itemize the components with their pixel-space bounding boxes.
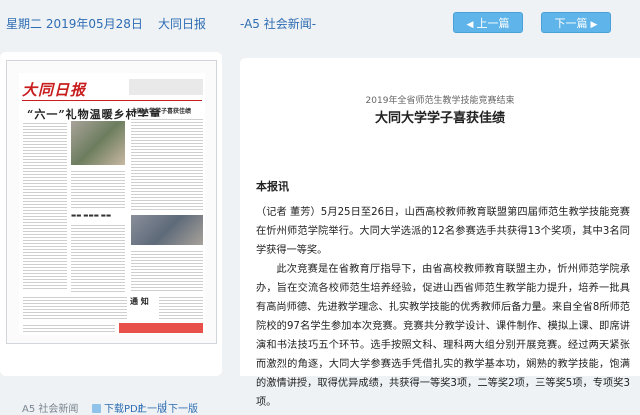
masthead-logo: 大同日报: [22, 81, 87, 99]
download-pdf-link[interactable]: 下载PDF: [92, 400, 143, 415]
text-column: [71, 169, 125, 209]
article-paragraph: （记者 董芳）5月25日至26日，山西高校教师教育联盟第四届师范生教学技能竞赛在…: [256, 207, 630, 256]
article-panel: 2019年全省师范生教学技能竞赛结束 大同大学学子喜获佳绩 本报讯 （记者 董芳…: [240, 58, 640, 408]
prev-page-link[interactable]: 上一版: [137, 400, 167, 415]
text-column: [23, 323, 115, 333]
link-separator: |: [164, 400, 168, 411]
next-article-label: 下一篇: [554, 17, 588, 30]
newspaper-name: 大同日报: [158, 17, 207, 31]
news-photo: [131, 215, 203, 245]
next-article-button[interactable]: 下一篇 ▶: [541, 12, 611, 33]
article-body: （记者 董芳）5月25日至26日，山西高校教师教育联盟第四届师范生教学技能竞赛在…: [256, 203, 630, 412]
page-thumbnail-panel: 大同日报 “六一”礼物温暖乡村学童 大同大学学子喜获佳绩 ▬▬ ▬▬▬ ▬▬ 通…: [0, 52, 222, 415]
next-page-link[interactable]: 下一版: [168, 400, 198, 415]
page-label: A5 社会新闻: [22, 404, 79, 415]
arrow-left-icon: ◀: [466, 20, 474, 30]
advertisement-banner: [119, 323, 203, 333]
article-source: 本报讯: [256, 180, 289, 193]
masthead-ad: [129, 79, 203, 95]
text-column: [131, 117, 203, 212]
issue-date: 星期二 2019年05月28日: [6, 17, 143, 31]
article-paragraph: 此次竞赛是在省教育厅指导下，由省高校教师教育联盟主办，忻州师范学院承办，旨在交流…: [256, 264, 630, 408]
text-column: [71, 223, 125, 293]
thumbnail-subheadline: ▬▬ ▬▬▬ ▬▬: [71, 213, 112, 219]
text-column: [23, 295, 127, 321]
arrow-right-icon: ▶: [590, 20, 598, 30]
page-section: -A5 社会新闻-: [240, 17, 317, 31]
prev-article-label: 上一篇: [476, 17, 510, 30]
news-photo: [71, 121, 125, 165]
article-title: 大同大学学子喜获佳绩: [374, 111, 505, 126]
masthead-rule: [22, 100, 202, 101]
newspaper-page-image: 大同日报 “六一”礼物温暖乡村学童 大同大学学子喜获佳绩 ▬▬ ▬▬▬ ▬▬ 通…: [19, 73, 205, 335]
prev-article-button[interactable]: ◀ 上一篇: [453, 12, 523, 33]
thumbnail-side-headline: 大同大学学子喜获佳绩: [131, 108, 192, 115]
text-column: [159, 295, 203, 321]
notice-box-title: 通 知: [130, 297, 149, 306]
top-bar: 星期二 2019年05月28日 大同日报 -A5 社会新闻- ◀ 上一篇 下一篇 ▶: [0, 0, 640, 44]
text-column: [131, 249, 203, 293]
text-column: [23, 121, 67, 291]
pdf-icon: [92, 404, 101, 413]
article-subtitle: 2019年全省师范生教学技能竞赛结束: [365, 96, 515, 106]
page-thumbnail[interactable]: 大同日报 “六一”礼物温暖乡村学童 大同大学学子喜获佳绩 ▬▬ ▬▬▬ ▬▬ 通…: [6, 60, 217, 344]
